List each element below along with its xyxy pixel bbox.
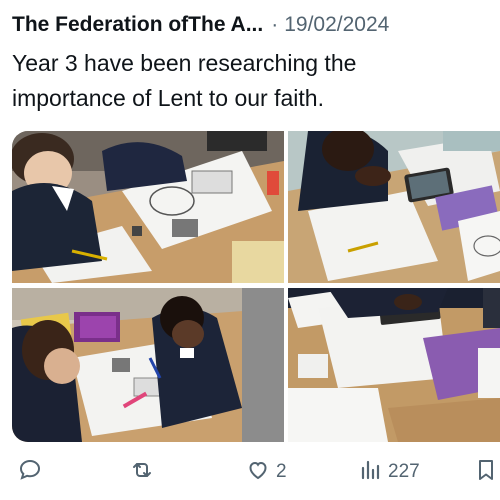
photo-1[interactable] bbox=[12, 131, 284, 283]
reply-button[interactable] bbox=[18, 456, 42, 488]
author-name[interactable]: The Federation ofThe A... bbox=[12, 13, 263, 37]
post-date[interactable]: 19/02/2024 bbox=[284, 13, 389, 37]
heart-icon bbox=[246, 458, 270, 487]
photo-3[interactable] bbox=[12, 288, 284, 442]
bookmark-button[interactable] bbox=[474, 456, 498, 488]
retweet-button[interactable] bbox=[130, 456, 154, 488]
views-button[interactable]: 227 bbox=[358, 456, 420, 488]
photo-4[interactable] bbox=[288, 288, 500, 442]
tweet-text-line: Year 3 have been researching the bbox=[12, 50, 357, 76]
separator: · bbox=[271, 13, 279, 36]
media-grid bbox=[12, 131, 500, 442]
action-bar: 2 227 bbox=[0, 450, 500, 494]
like-button[interactable]: 2 bbox=[246, 456, 287, 488]
views-count: 227 bbox=[388, 461, 420, 482]
tweet-text-line: importance of Lent to our faith. bbox=[12, 85, 324, 111]
retweet-icon bbox=[130, 458, 154, 487]
bookmark-icon bbox=[474, 458, 498, 487]
tweet-text: Year 3 have been researching the importa… bbox=[12, 46, 482, 116]
reply-icon bbox=[18, 458, 42, 487]
like-count: 2 bbox=[276, 461, 287, 482]
views-icon bbox=[358, 458, 382, 487]
photo-2[interactable] bbox=[288, 131, 500, 283]
tweet-header: The Federation ofThe A... · 19/02/2024 bbox=[12, 8, 492, 42]
